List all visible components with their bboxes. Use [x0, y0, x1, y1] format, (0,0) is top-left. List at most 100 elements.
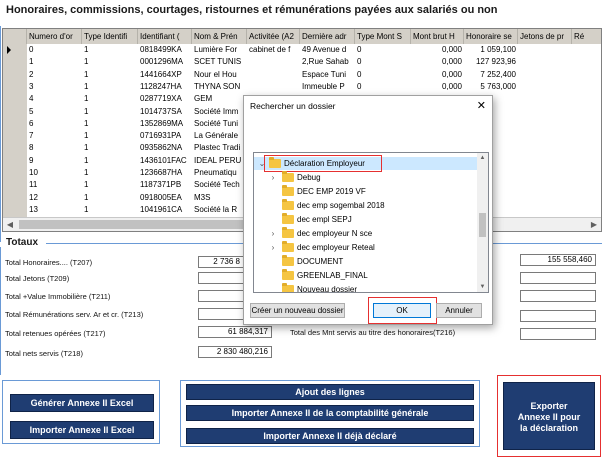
column-header[interactable]: Mont brut H — [411, 29, 464, 44]
column-header[interactable]: Type Identifi — [82, 29, 138, 44]
table-cell[interactable]: 1 — [27, 56, 82, 67]
table-cell[interactable] — [247, 81, 300, 92]
total-remunerations-field[interactable] — [198, 308, 244, 320]
folder-tree[interactable]: ⌄ Déclaration Employeur › Debug DEC EMP … — [253, 152, 489, 293]
row-indicator[interactable] — [3, 191, 27, 203]
total-honoraires-field[interactable]: 2 736 8 — [198, 256, 244, 268]
table-cell[interactable] — [572, 106, 601, 117]
table-cell[interactable]: 10 — [27, 167, 82, 178]
table-cell[interactable]: La Générale — [192, 130, 247, 141]
table-cell[interactable]: Nour el Hou — [192, 69, 247, 80]
column-header[interactable]: Activitée (A2 — [247, 29, 300, 44]
table-cell[interactable]: 1014737SA — [138, 106, 192, 117]
table-cell[interactable]: Plastec Tradi — [192, 142, 247, 153]
table-cell[interactable] — [518, 155, 572, 166]
new-folder-button[interactable]: Créer un nouveau dossier — [250, 303, 345, 318]
table-cell[interactable]: Pneumatiqu — [192, 167, 247, 178]
cancel-button[interactable]: Annuler — [436, 303, 482, 318]
vertical-scrollbar[interactable]: ▲ ▼ — [477, 153, 488, 292]
table-cell[interactable]: Société Tech — [192, 179, 247, 190]
total-retenues-field[interactable]: 61 884,317 — [198, 326, 272, 338]
scroll-thumb[interactable] — [479, 213, 486, 237]
table-cell[interactable]: 0 — [27, 44, 82, 55]
table-cell[interactable]: 1436101FAC — [138, 155, 192, 166]
table-cell[interactable]: 0 — [355, 69, 411, 80]
table-cell[interactable]: Société la R — [192, 204, 247, 215]
table-cell[interactable] — [518, 81, 572, 92]
table-cell[interactable]: 1 — [82, 69, 138, 80]
table-cell[interactable] — [572, 118, 601, 129]
row-indicator[interactable] — [3, 167, 27, 178]
table-cell[interactable]: M3S — [192, 192, 247, 203]
tree-item[interactable]: DOCUMENT — [254, 255, 478, 268]
table-cell[interactable]: GEM — [192, 93, 247, 104]
row-indicator[interactable] — [3, 203, 27, 215]
table-cell[interactable]: 49 Avenue d — [300, 44, 355, 55]
table-cell[interactable] — [518, 69, 572, 80]
table-cell[interactable]: 0918005EA — [138, 192, 192, 203]
table-cell[interactable]: 0 — [355, 81, 411, 92]
right-field-3[interactable] — [520, 290, 596, 302]
row-indicator[interactable] — [3, 142, 27, 154]
tree-item[interactable]: › Debug — [254, 171, 478, 184]
table-cell[interactable] — [572, 56, 601, 67]
table-cell[interactable] — [518, 106, 572, 117]
column-header[interactable]: Type Mont S — [355, 29, 411, 44]
importer-annexe-excel-button[interactable]: Importer Annexe II Excel — [10, 421, 154, 439]
scroll-down-icon[interactable]: ▼ — [477, 282, 488, 292]
table-cell[interactable]: SCET TUNIS — [192, 56, 247, 67]
table-cell[interactable]: 1 — [82, 130, 138, 141]
column-header[interactable]: Identifiant ( — [138, 29, 192, 44]
table-cell[interactable]: 0,000 — [411, 44, 464, 55]
row-indicator[interactable] — [3, 154, 27, 166]
table-cell[interactable]: 1041961CA — [138, 204, 192, 215]
total-jetons-field[interactable] — [198, 272, 244, 284]
table-cell[interactable] — [518, 179, 572, 190]
tree-item[interactable]: dec emp sogembal 2018 — [254, 199, 478, 212]
table-cell[interactable] — [572, 69, 601, 80]
table-cell[interactable] — [518, 192, 572, 203]
table-cell[interactable]: 0,000 — [411, 69, 464, 80]
table-cell[interactable] — [572, 81, 601, 92]
scroll-up-icon[interactable]: ▲ — [477, 153, 488, 163]
tree-item[interactable]: Nouveau dossier — [254, 283, 478, 292]
exporter-annexe-button[interactable]: Exporter Annexe II pour la déclaration — [503, 382, 595, 450]
table-cell[interactable]: 1 — [82, 81, 138, 92]
importer-compta-button[interactable]: Importer Annexe II de la comptabilité gé… — [186, 405, 474, 421]
column-header[interactable]: Dernière adr — [300, 29, 355, 44]
table-cell[interactable]: 1 — [82, 44, 138, 55]
table-cell[interactable] — [572, 179, 601, 190]
table-cell[interactable] — [572, 142, 601, 153]
row-indicator[interactable] — [3, 117, 27, 129]
table-cell[interactable] — [518, 204, 572, 215]
table-cell[interactable]: 5 763,000 — [464, 81, 518, 92]
table-cell[interactable] — [572, 44, 601, 55]
table-cell[interactable] — [572, 167, 601, 178]
table-cell[interactable]: 2,Rue Sahab — [300, 56, 355, 67]
row-indicator[interactable] — [3, 105, 27, 117]
table-cell[interactable]: THYNA SON — [192, 81, 247, 92]
column-header[interactable]: Ré — [572, 29, 601, 44]
ajout-lignes-button[interactable]: Ajout des lignes — [186, 384, 474, 400]
ok-button[interactable]: OK — [373, 303, 431, 318]
table-cell[interactable] — [518, 167, 572, 178]
total-right-field[interactable]: 155 558,460 — [520, 254, 596, 266]
table-cell[interactable]: 11 — [27, 179, 82, 190]
total-value-immo-field[interactable] — [198, 290, 244, 302]
table-cell[interactable]: 1352869MA — [138, 118, 192, 129]
table-cell[interactable] — [518, 44, 572, 55]
table-cell[interactable]: 0,000 — [411, 81, 464, 92]
table-cell[interactable]: 1 — [82, 155, 138, 166]
column-header[interactable]: Nom & Prén — [192, 29, 247, 44]
chevron-right-icon[interactable]: › — [268, 241, 278, 254]
tree-item[interactable]: › dec employeur Reteal — [254, 241, 478, 254]
table-cell[interactable]: Espace Tuni — [300, 69, 355, 80]
row-indicator[interactable] — [3, 130, 27, 142]
table-cell[interactable]: 127 923,96 — [464, 56, 518, 67]
table-cell[interactable]: 1 — [82, 106, 138, 117]
table-cell[interactable]: Société Tuni — [192, 118, 247, 129]
table-cell[interactable]: 1128247HA — [138, 81, 192, 92]
tree-item[interactable]: › dec employeur N sce — [254, 227, 478, 240]
tree-item[interactable]: GREENLAB_FINAL — [254, 269, 478, 282]
table-row[interactable]: 0 1 0818499KA Lumière For cabinet de f 49 Ave… — [3, 44, 601, 55]
